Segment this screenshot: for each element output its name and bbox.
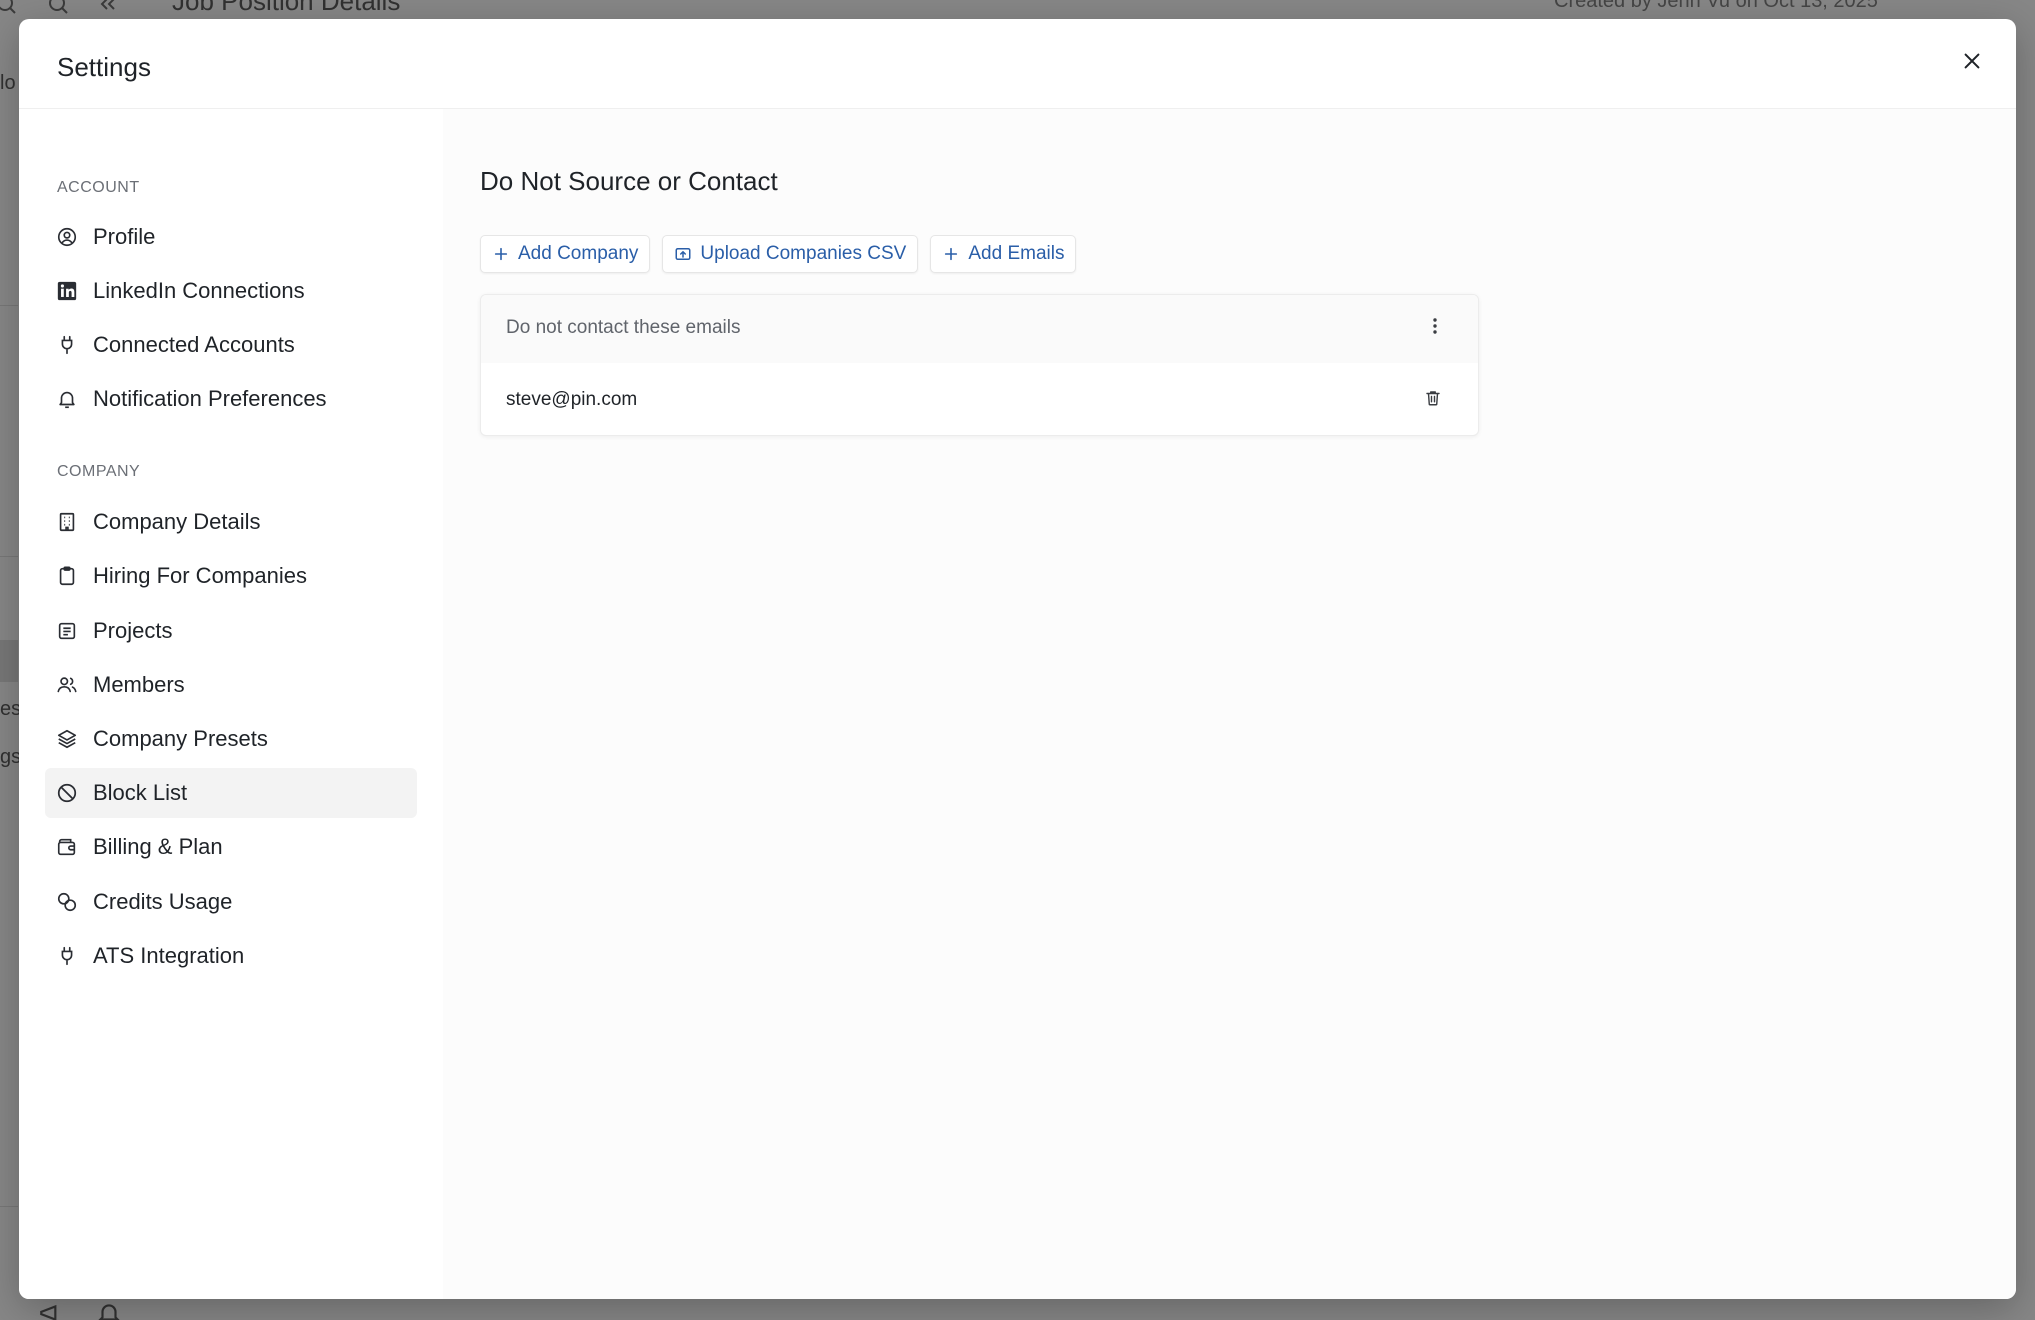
sidebar-item-label: Projects (93, 618, 173, 643)
table-row: steve@pin.com (481, 363, 1478, 435)
modal-header: Settings (19, 19, 2016, 109)
sidebar-item-connected-accounts[interactable]: Connected Accounts (45, 320, 417, 370)
sidebar-item-label: LinkedIn Connections (93, 278, 305, 303)
sidebar-item-billing-plan[interactable]: Billing & Plan (45, 822, 417, 872)
ban-icon (55, 781, 79, 805)
add-company-button[interactable]: Add Company (480, 235, 651, 273)
card-header-text: Do not contact these emails (506, 317, 741, 338)
close-icon (1961, 50, 1983, 77)
sidebar-item-members[interactable]: Members (45, 660, 417, 710)
close-button[interactable] (1954, 45, 1990, 81)
building-icon (55, 510, 79, 534)
sidebar-item-notification-preferences[interactable]: Notification Preferences (45, 374, 417, 424)
sidebar-item-profile[interactable]: Profile (45, 212, 417, 262)
sidebar-item-label: Connected Accounts (93, 332, 295, 357)
bell-icon (55, 387, 79, 411)
sidebar-item-label: Members (93, 672, 185, 697)
sidebar-item-label: Credits Usage (93, 889, 233, 914)
upload-icon (674, 245, 692, 263)
add-company-label: Add Company (518, 243, 639, 264)
sidebar-item-hiring-for-companies[interactable]: Hiring For Companies (45, 551, 417, 601)
coins-icon (55, 890, 79, 914)
linkedin-icon (55, 279, 79, 303)
sidebar-item-credits-usage[interactable]: Credits Usage (45, 877, 417, 927)
kebab-menu-icon (1432, 317, 1438, 340)
sidebar-item-company-presets[interactable]: Company Presets (45, 714, 417, 764)
sidebar-item-company-details[interactable]: Company Details (45, 497, 417, 547)
sidebar-item-label: Profile (93, 224, 156, 249)
plus-icon (492, 245, 510, 263)
add-emails-label: Add Emails (968, 243, 1065, 264)
delete-email-button[interactable] (1420, 387, 1446, 413)
upload-companies-csv-button[interactable]: Upload Companies CSV (662, 235, 919, 273)
blocked-email: steve@pin.com (506, 389, 638, 410)
plug-icon (55, 333, 79, 357)
section-label-account: ACCOUNT (57, 179, 140, 196)
users-icon (55, 673, 79, 697)
section-label-company: COMPANY (57, 463, 141, 480)
sidebar-item-label: Hiring For Companies (93, 563, 307, 588)
sidebar-item-block-list[interactable]: Block List (45, 768, 417, 818)
user-circle-icon (55, 225, 79, 249)
settings-sidebar: ACCOUNT Profile LinkedIn Connections Con… (19, 109, 443, 1299)
wallet-icon (55, 835, 79, 859)
sidebar-item-label: Notification Preferences (93, 386, 327, 411)
plug-icon (55, 944, 79, 968)
sidebar-item-ats-integration[interactable]: ATS Integration (45, 931, 417, 981)
sidebar-item-label: Billing & Plan (93, 834, 223, 859)
sidebar-item-label: Company Details (93, 509, 261, 534)
sidebar-item-label: Block List (93, 780, 188, 805)
modal-title: Settings (57, 52, 151, 82)
action-buttons: Add Company Upload Companies CSV Add Ema… (480, 235, 1077, 273)
trash-icon (1424, 388, 1442, 413)
document-list-icon (55, 619, 79, 643)
settings-modal: Settings ACCOUNT Profile LinkedIn Connec… (19, 19, 2016, 1299)
sidebar-item-projects[interactable]: Projects (45, 606, 417, 656)
clipboard-icon (55, 564, 79, 588)
add-emails-button[interactable]: Add Emails (930, 235, 1077, 273)
sidebar-item-linkedin-connections[interactable]: LinkedIn Connections (45, 266, 417, 316)
sidebar-item-label: ATS Integration (93, 943, 245, 968)
plus-icon (942, 245, 960, 263)
page-title: Do Not Source or Contact (480, 166, 778, 196)
blocked-emails-card: Do not contact these emails steve@pin.co… (480, 294, 1479, 436)
upload-companies-csv-label: Upload Companies CSV (700, 243, 907, 264)
settings-main: Do Not Source or Contact Add Company Upl… (443, 109, 2016, 1299)
layers-icon (55, 727, 79, 751)
more-options-button[interactable] (1422, 315, 1448, 341)
sidebar-item-label: Company Presets (93, 726, 268, 751)
card-header: Do not contact these emails (481, 295, 1478, 363)
